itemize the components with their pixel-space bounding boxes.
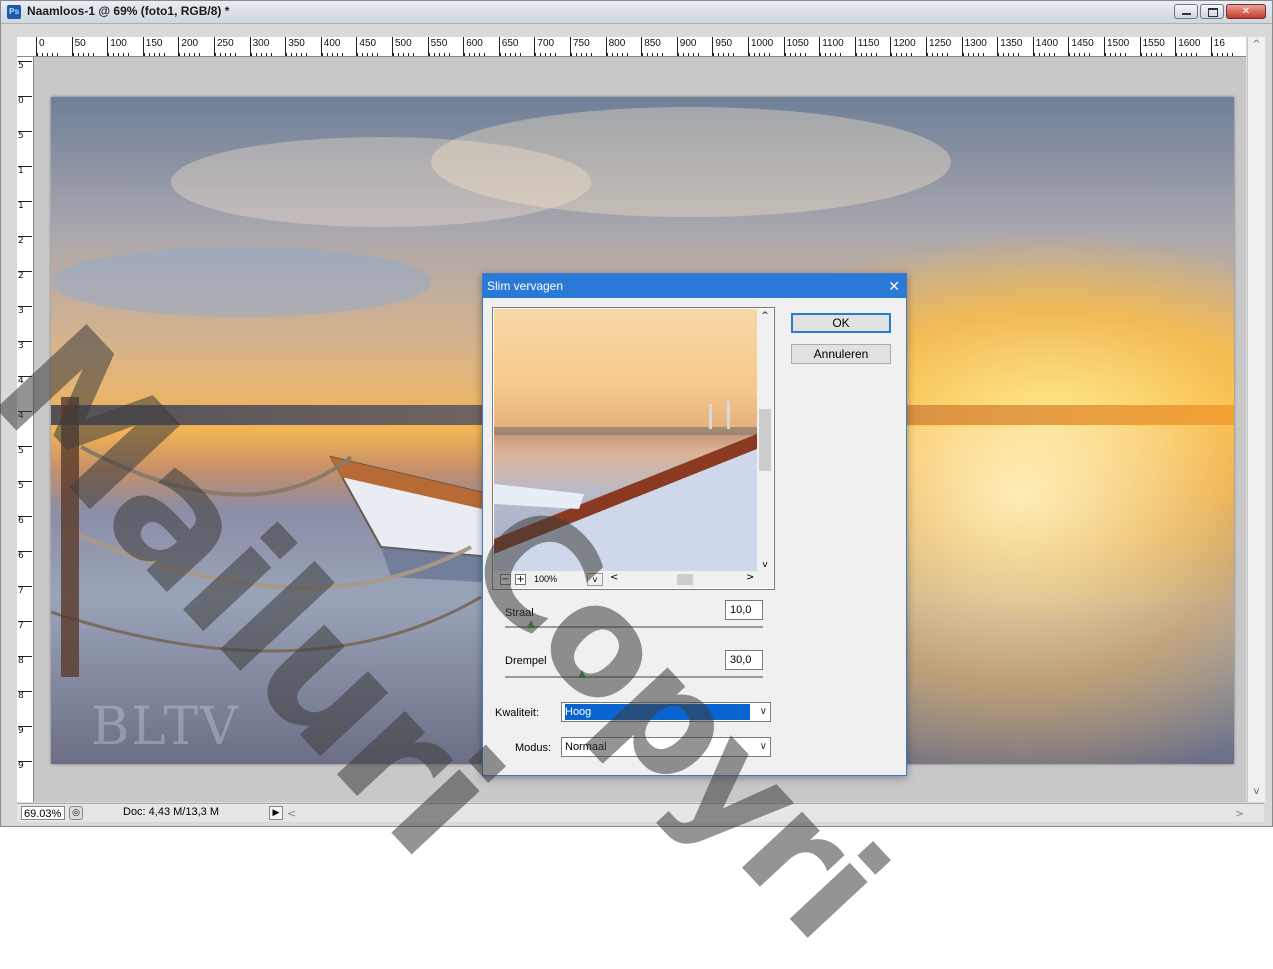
close-window-button[interactable] <box>1226 4 1266 19</box>
ruler-origin[interactable] <box>17 37 34 57</box>
ruler-tick-label: 1 <box>18 201 32 211</box>
close-icon[interactable]: ✕ <box>888 274 900 298</box>
vertical-scrollbar[interactable]: ^ v <box>1247 37 1265 802</box>
dialog-title: Slim vervagen <box>487 279 564 293</box>
minimize-button[interactable] <box>1174 4 1198 19</box>
ruler-tick-label: 1300 <box>961 37 987 56</box>
ruler-tick-label: 50 <box>71 37 97 56</box>
ok-button[interactable]: OK <box>791 313 891 333</box>
ruler-tick-label: 1250 <box>926 37 952 56</box>
ruler-tick-label: 1450 <box>1068 37 1094 56</box>
ruler-tick-label: 650 <box>498 37 524 56</box>
ruler-tick-label: 550 <box>427 37 453 56</box>
horizontal-ruler[interactable]: 0 50 100 150 200 250 300 350 400 450 500 550 600 650 7… <box>33 37 1246 57</box>
ruler-tick-label: 900 <box>676 37 702 56</box>
ruler-tick-label: 1600 <box>1175 37 1201 56</box>
ruler-tick-label: 600 <box>463 37 488 56</box>
ruler-tick-label: 1100 <box>819 37 844 56</box>
window-controls <box>1174 4 1266 20</box>
ruler-tick-label: 100 <box>107 37 132 56</box>
zoom-field[interactable]: 69.03% <box>21 806 65 820</box>
ruler-tick-label: 2 <box>18 271 32 281</box>
ruler-tick-label: 250 <box>214 37 239 56</box>
preview-scroll-down-icon[interactable]: v <box>757 560 773 570</box>
maximize-button[interactable] <box>1200 4 1224 19</box>
status-info-icon[interactable]: ◎ <box>69 806 83 820</box>
radius-input[interactable]: 10,0 <box>725 600 763 620</box>
ruler-tick-label: 16 <box>1210 37 1237 56</box>
ruler-tick-label: 1000 <box>748 37 774 56</box>
ruler-tick-label: 800 <box>605 37 631 56</box>
preview-scroll-thumb[interactable] <box>759 409 771 471</box>
dialog-title-bar[interactable]: Slim vervagen ✕ <box>483 274 906 298</box>
scroll-left-icon[interactable]: < <box>287 807 296 820</box>
scroll-right-icon[interactable]: > <box>1235 807 1244 820</box>
ruler-tick-label: 8 <box>18 656 32 666</box>
ruler-tick-label: 1150 <box>854 37 880 56</box>
ruler-tick-label: 6 <box>18 516 32 526</box>
ruler-tick-label: 350 <box>285 37 310 56</box>
ruler-tick-label: 0 <box>36 37 60 56</box>
ruler-tick-label: 850 <box>641 37 666 56</box>
ruler-tick-label: 9 <box>18 761 32 771</box>
ruler-tick-label: 300 <box>249 37 275 56</box>
ruler-tick-label: 8 <box>18 691 32 701</box>
ruler-tick-label: 5 <box>18 131 32 141</box>
quality-label: Kwaliteit: <box>495 707 540 719</box>
ruler-tick-label: 3 <box>18 306 32 316</box>
ruler-tick-label: 7 <box>18 621 32 631</box>
ruler-tick-label: 3 <box>18 341 32 351</box>
ruler-tick-label: 1550 <box>1139 37 1165 56</box>
ruler-tick-label: 400 <box>320 37 346 56</box>
cloud-shape <box>431 107 951 217</box>
ruler-tick-label: 1500 <box>1104 37 1130 56</box>
status-menu-arrow-icon[interactable]: ▶ <box>269 806 283 820</box>
ruler-tick-label: 1200 <box>890 37 916 56</box>
ruler-tick-label: 200 <box>178 37 203 56</box>
ruler-tick-label: 2 <box>18 236 32 246</box>
preview-scroll-up-icon[interactable]: ^ <box>757 311 773 321</box>
preview-scroll-right-icon[interactable]: > <box>746 572 754 583</box>
ruler-tick-label: 700 <box>534 37 559 56</box>
ruler-tick-label: 9 <box>18 726 32 736</box>
ruler-tick-label: 500 <box>392 37 417 56</box>
ruler-tick-label: 450 <box>356 37 381 56</box>
cancel-button[interactable]: Annuleren <box>791 344 891 364</box>
preview-hscroll-thumb[interactable] <box>677 574 693 585</box>
scroll-down-icon[interactable]: v <box>1248 786 1265 800</box>
ruler-tick-label: 0 <box>18 96 32 106</box>
ruler-tick-label: 1050 <box>783 37 809 56</box>
ruler-tick-label: 1 <box>18 166 32 176</box>
ruler-tick-label: 750 <box>570 37 595 56</box>
ruler-tick-label: 5 <box>18 61 32 71</box>
ruler-tick-label: 1350 <box>997 37 1023 56</box>
ruler-tick-label: 6 <box>18 551 32 561</box>
ruler-tick-label: 7 <box>18 586 32 596</box>
ruler-tick-label: 950 <box>712 37 737 56</box>
scroll-up-icon[interactable]: ^ <box>1248 39 1265 53</box>
window-title: Naamloos-1 @ 69% (foto1, RGB/8) * <box>27 4 230 18</box>
title-bar[interactable]: Ps Naamloos-1 @ 69% (foto1, RGB/8) * <box>1 1 1272 24</box>
ruler-tick-label: 150 <box>142 37 168 56</box>
preview-vertical-scrollbar[interactable]: ^ v <box>757 309 773 572</box>
ruler-tick-label: 1400 <box>1032 37 1059 56</box>
photoshop-icon: Ps <box>7 5 21 19</box>
document-size: Doc: 4,43 M/13,3 M <box>123 806 219 818</box>
